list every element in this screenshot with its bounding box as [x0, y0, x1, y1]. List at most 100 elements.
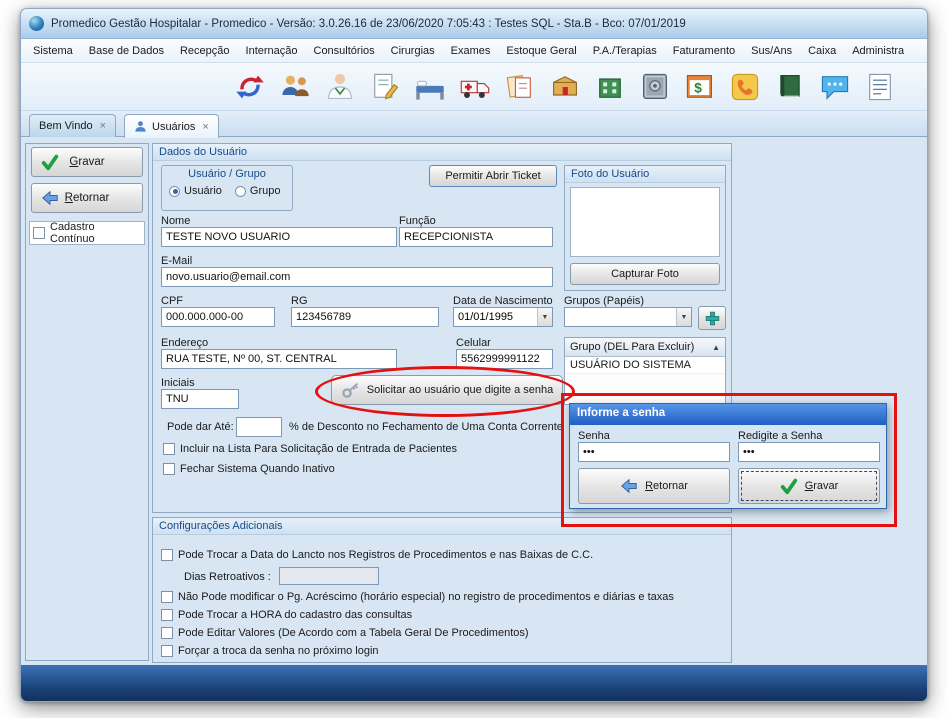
menu-item-recepcao[interactable]: Recepção — [172, 41, 238, 61]
cpf-label: CPF — [161, 295, 183, 307]
solicitar-senha-button[interactable]: Solicitar ao usuário que digite a senha — [331, 375, 563, 405]
app-window: Promedico Gestão Hospitalar - Promedico … — [20, 8, 928, 702]
checkbox-pg-acrescimo[interactable]: Não Pode modificar o Pg. Acréscimo (horá… — [161, 591, 674, 603]
grupos-papeis-input[interactable] — [565, 308, 676, 326]
dias-retroativos-label: Dias Retroativos : — [184, 571, 271, 583]
menu-item-caixa[interactable]: Caixa — [800, 41, 844, 61]
title-bar: Promedico Gestão Hospitalar - Promedico … — [21, 9, 927, 39]
safe-icon[interactable] — [638, 70, 672, 104]
close-icon[interactable]: × — [100, 120, 106, 132]
menu-item-faturamento[interactable]: Faturamento — [665, 41, 743, 61]
menu-item-sus-ans[interactable]: Sus/Ans — [743, 41, 800, 61]
ambulance-icon[interactable] — [458, 70, 492, 104]
phone-icon[interactable] — [728, 70, 762, 104]
menu-item-consultorios[interactable]: Consultórios — [306, 41, 383, 61]
foto-usuario-title: Foto do Usuário — [565, 166, 725, 183]
checkbox-fechar-sistema[interactable]: Fechar Sistema Quando Inativo — [163, 463, 335, 475]
desconto-suffix-label: % de Desconto no Fechamento de Uma Conta… — [289, 421, 563, 433]
nascimento-combo[interactable]: ▼ — [453, 307, 553, 327]
close-icon[interactable]: × — [202, 121, 208, 133]
sort-ascending-icon: ▲ — [712, 343, 720, 352]
book-icon[interactable] — [773, 70, 807, 104]
user-photo-placeholder — [570, 187, 720, 257]
menu-bar: Sistema Base de Dados Recepção Internaçã… — [21, 39, 927, 63]
add-group-button[interactable] — [698, 306, 726, 330]
sync-users-icon[interactable] — [233, 70, 267, 104]
billing-icon[interactable]: $ — [683, 70, 717, 104]
dias-retroativos-input[interactable] — [279, 567, 379, 585]
menu-item-base-de-dados[interactable]: Base de Dados — [81, 41, 172, 61]
usuario-grupo-box: Usuário / Grupo Usuário Grupo — [161, 165, 293, 211]
grupos-papeis-combo[interactable]: ▼ — [564, 307, 692, 327]
cpf-input[interactable] — [161, 307, 275, 327]
checkbox-trocar-data-lancto[interactable]: Pode Trocar a Data do Lancto nos Registr… — [161, 549, 593, 561]
dropdown-arrow-icon[interactable]: ▼ — [537, 308, 552, 326]
radio-grupo[interactable] — [235, 186, 246, 197]
cadastro-continuo-checkbox[interactable]: Cadastro Contínuo — [29, 221, 145, 245]
retornar-button[interactable]: Retornar — [31, 183, 143, 213]
menu-item-cirurgias[interactable]: Cirurgias — [383, 41, 443, 61]
capturar-foto-button[interactable]: Capturar Foto — [570, 263, 720, 285]
desconto-input[interactable] — [236, 417, 282, 437]
grupos-grid: Grupo (DEL Para Excluir) ▲ USUÁRIO DO SI… — [564, 337, 726, 405]
stock-icon[interactable] — [548, 70, 582, 104]
funcao-input[interactable] — [399, 227, 553, 247]
checkbox-icon — [161, 609, 173, 621]
iniciais-input[interactable] — [161, 389, 239, 409]
menu-item-administracao[interactable]: Administra — [844, 41, 912, 61]
menu-item-estoque-geral[interactable]: Estoque Geral — [498, 41, 584, 61]
email-label: E-Mail — [161, 255, 192, 267]
endereco-input[interactable] — [161, 349, 397, 369]
dialog-gravar-label: Gravar — [805, 480, 839, 492]
usuario-grupo-title: Usuário / Grupo — [162, 166, 292, 180]
prescription-icon[interactable] — [368, 70, 402, 104]
grid-row-usuario-sistema[interactable]: USUÁRIO DO SISTEMA — [565, 357, 725, 374]
checkbox-icon — [161, 645, 173, 657]
radio-usuario[interactable] — [169, 186, 180, 197]
nome-label: Nome — [161, 215, 190, 227]
gravar-button[interactable]: Gravar — [31, 147, 143, 177]
chat-icon[interactable] — [818, 70, 852, 104]
dropdown-arrow-icon[interactable]: ▼ — [676, 308, 691, 326]
nome-input[interactable] — [161, 227, 397, 247]
rg-input[interactable] — [291, 307, 439, 327]
senha-input[interactable] — [578, 442, 730, 462]
dialog-gravar-button[interactable]: Gravar — [738, 468, 880, 504]
check-icon — [780, 477, 798, 495]
tab-bar: Bem Vindo × Usuários × — [21, 111, 927, 137]
endereco-label: Endereço — [161, 337, 208, 349]
menu-item-internacao[interactable]: Internação — [238, 41, 306, 61]
menu-item-pa-terapias[interactable]: P.A./Terapias — [585, 41, 665, 61]
doctor-icon[interactable] — [323, 70, 357, 104]
funcao-label: Função — [399, 215, 436, 227]
tab-bem-vindo[interactable]: Bem Vindo × — [29, 114, 116, 137]
nascimento-input[interactable] — [454, 308, 537, 326]
documents-icon[interactable] — [503, 70, 537, 104]
cadastro-continuo-label: Cadastro Contínuo — [50, 221, 141, 245]
bed-icon[interactable] — [413, 70, 447, 104]
checkbox-trocar-hora-label: Pode Trocar a HORA do cadastro das consu… — [178, 609, 412, 621]
menu-item-exames[interactable]: Exames — [443, 41, 499, 61]
checkbox-editar-valores[interactable]: Pode Editar Valores (De Acordo com a Tab… — [161, 627, 529, 639]
dialog-retornar-button[interactable]: Retornar — [578, 468, 730, 504]
checkbox-fechar-sistema-label: Fechar Sistema Quando Inativo — [180, 463, 335, 475]
tab-bem-vindo-label: Bem Vindo — [39, 120, 93, 132]
patients-icon[interactable] — [278, 70, 312, 104]
email-input[interactable] — [161, 267, 553, 287]
redigite-senha-input[interactable] — [738, 442, 880, 462]
checkbox-incluir-lista[interactable]: Incluir na Lista Para Solicitação de Ent… — [163, 443, 457, 455]
grid-header-grupo[interactable]: Grupo (DEL Para Excluir) ▲ — [565, 338, 725, 357]
checkbox-pg-acrescimo-label: Não Pode modificar o Pg. Acréscimo (horá… — [178, 591, 674, 603]
checkbox-editar-valores-label: Pode Editar Valores (De Acordo com a Tab… — [178, 627, 529, 639]
checkbox-trocar-hora[interactable]: Pode Trocar a HORA do cadastro das consu… — [161, 609, 412, 621]
permitir-abrir-ticket-button[interactable]: Permitir Abrir Ticket — [429, 165, 557, 187]
arrow-left-icon — [620, 477, 638, 495]
hospital-icon[interactable] — [593, 70, 627, 104]
report-icon[interactable] — [863, 70, 897, 104]
checkbox-forcar-troca-senha[interactable]: Forçar a troca da senha no próximo login — [161, 645, 379, 657]
menu-item-sistema[interactable]: Sistema — [25, 41, 81, 61]
tab-usuarios[interactable]: Usuários × — [124, 114, 219, 138]
plus-icon — [705, 311, 720, 326]
gravar-label: Gravar — [69, 156, 104, 168]
celular-input[interactable] — [456, 349, 553, 369]
